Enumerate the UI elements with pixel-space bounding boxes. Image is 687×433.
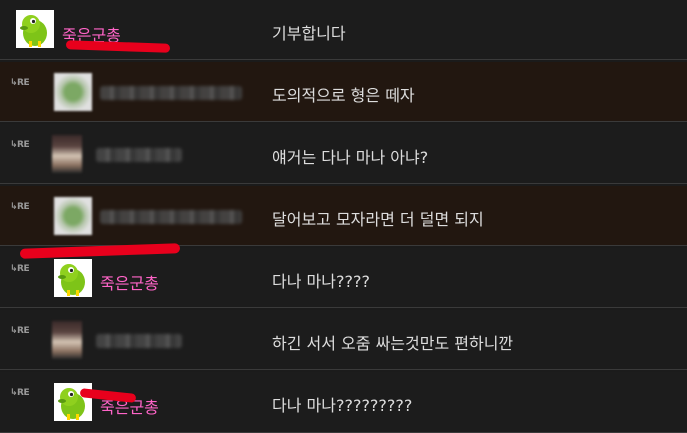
reply-arrow-icon: ↳RE <box>10 202 30 212</box>
avatar[interactable] <box>52 135 82 173</box>
nickname-blurred <box>96 334 182 348</box>
reply-arrow-icon: ↳RE <box>10 78 30 88</box>
reply-marker: RE <box>17 202 30 212</box>
comment-text: 기부합니다 <box>272 24 346 43</box>
reply-marker: RE <box>17 140 30 150</box>
reply-arrow-icon: ↳RE <box>10 326 30 336</box>
avatar[interactable] <box>54 259 92 297</box>
comment-text: 도의적으로 형은 떼자 <box>272 86 415 105</box>
comment-row: ↳RE 얘거는 다나 마나 아냐? <box>0 124 687 184</box>
reply-marker: RE <box>17 388 30 398</box>
comment-row: ↳RE 달어보고 모자라면 더 덜면 되지 <box>0 186 687 246</box>
nickname-blurred <box>100 210 242 224</box>
comment-row: ↳RE 죽은군총 다나 마나???? <box>0 248 687 308</box>
comment-text: 하긴 서서 오줌 싸는것만도 편하니깐 <box>272 334 514 353</box>
reply-marker: RE <box>17 78 30 88</box>
comment-thread: 죽은군총 기부합니다 ↳RE 도의적으로 형은 떼자 ↳RE 얘거는 다나 마나… <box>0 0 687 433</box>
reply-marker: RE <box>17 326 30 336</box>
reply-arrow-icon: ↳RE <box>10 264 30 274</box>
avatar[interactable] <box>16 10 54 48</box>
frog-avatar-icon <box>58 264 85 296</box>
comment-text: 다나 마나????????? <box>272 396 413 415</box>
reply-marker: RE <box>17 264 30 274</box>
comment-row: ↳RE 죽은군총 다나 마나????????? <box>0 372 687 433</box>
comment-row: ↳RE 하긴 서서 오줌 싸는것만도 편하니깐 <box>0 310 687 370</box>
comment-row: 죽은군총 기부합니다 <box>0 0 687 60</box>
nickname-blurred <box>96 148 182 162</box>
nickname-blurred <box>100 86 242 100</box>
nickname[interactable]: 죽은군총 <box>100 270 159 294</box>
reply-arrow-icon: ↳RE <box>10 140 30 150</box>
comment-text: 얘거는 다나 마나 아냐? <box>272 148 429 167</box>
avatar[interactable] <box>54 197 92 235</box>
avatar[interactable] <box>52 321 82 359</box>
reply-arrow-icon: ↳RE <box>10 388 30 398</box>
comment-row: ↳RE 도의적으로 형은 떼자 <box>0 62 687 122</box>
comment-text: 다나 마나???? <box>272 272 370 291</box>
frog-avatar-icon <box>20 15 47 47</box>
comment-text: 달어보고 모자라면 더 덜면 되지 <box>272 210 484 229</box>
avatar[interactable] <box>54 73 92 111</box>
